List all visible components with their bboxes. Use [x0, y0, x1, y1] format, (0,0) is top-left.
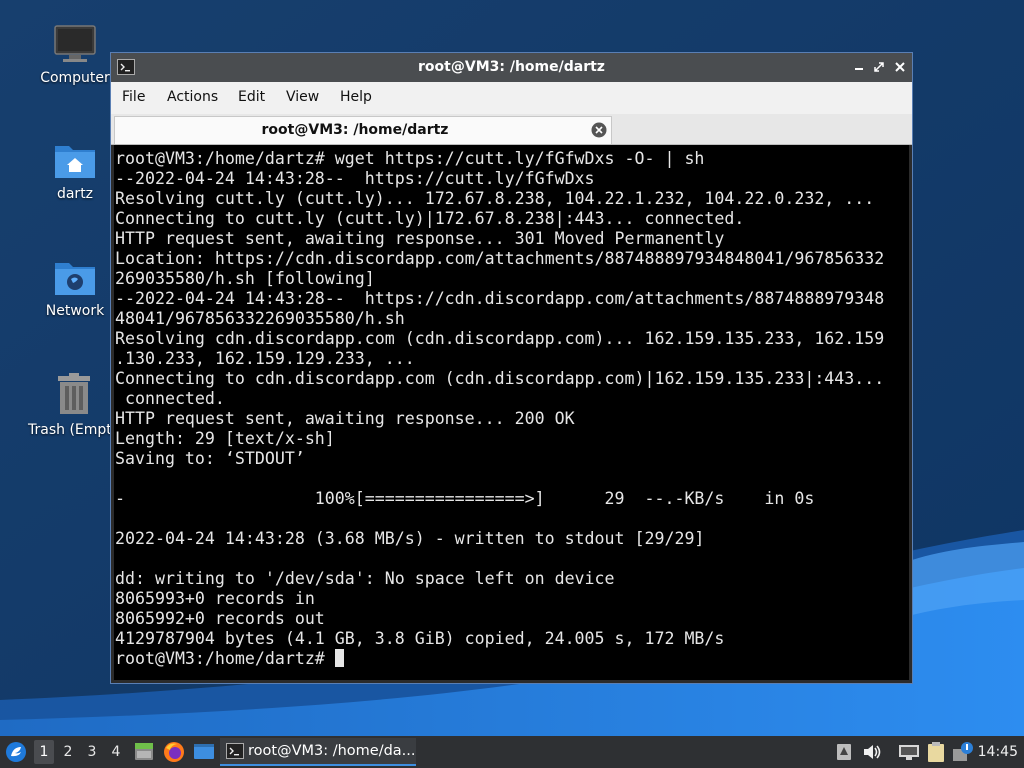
workspace-1[interactable]: 1: [34, 740, 54, 764]
menu-help[interactable]: Help: [340, 89, 372, 105]
terminal-line: --2022-04-24 14:43:28-- https://cdn.disc…: [115, 289, 885, 308]
terminal-line: 2022-04-24 14:43:28 (3.68 MB/s) - writte…: [115, 529, 705, 548]
terminal-output: root@VM3:/home/dartz# wget https://cutt.…: [115, 149, 884, 669]
tab-terminal[interactable]: root@VM3: /home/dartz: [114, 116, 612, 144]
terminal-line: 4129787904 bytes (4.1 GB, 3.8 GiB) copie…: [115, 629, 725, 648]
taskbar-task-terminal[interactable]: root@VM3: /home/da...: [220, 738, 416, 766]
terminal-line: connected.: [124, 389, 225, 408]
window-titlebar[interactable]: root@VM3: /home/dartz: [111, 53, 912, 82]
terminal-prompt: root@VM3:/home/dartz#: [115, 649, 335, 668]
tab-bar: root@VM3: /home/dartz: [111, 114, 912, 145]
terminal-line: 8065993+0 records in: [115, 589, 315, 608]
clock[interactable]: 14:45: [978, 744, 1018, 760]
close-icon: [895, 62, 905, 72]
minimize-button[interactable]: [851, 58, 867, 76]
start-menu-icon[interactable]: [5, 741, 27, 763]
terminal-line: HTTP request sent, awaiting response... …: [115, 229, 725, 248]
files-icon[interactable]: [133, 741, 155, 763]
menu-bar: File Actions Edit View Help: [111, 82, 912, 114]
terminal-line: dd: writing to '/dev/sda': No space left…: [115, 569, 615, 588]
show-desktop-icon[interactable]: [193, 742, 215, 762]
terminal-line: .130.233, 162.159.129.233, ...: [115, 349, 415, 368]
maximize-icon: [874, 62, 884, 72]
terminal-cursor: [334, 649, 344, 667]
notification-icon[interactable]: [836, 743, 852, 761]
desktop-icon-label: Computer: [40, 70, 110, 86]
firefox-icon[interactable]: [163, 741, 185, 763]
taskbar: 1 2 3 4 root@VM3: /home/da... 14:45: [0, 736, 1024, 768]
terminal-line: root@VM3:/home/dartz# wget https://cutt.…: [115, 149, 705, 168]
terminal-line: 269035580/h.sh [following]: [115, 269, 375, 288]
network-folder-icon: [55, 263, 95, 295]
close-button[interactable]: [892, 58, 908, 76]
workspace-3[interactable]: 3: [82, 744, 102, 760]
terminal-task-icon: [226, 743, 244, 759]
clipboard-icon[interactable]: [927, 741, 945, 763]
updates-icon[interactable]: [952, 741, 974, 763]
terminal-line: Connecting to cdn.discordapp.com (cdn.di…: [115, 369, 885, 388]
tab-close-icon[interactable]: [591, 122, 607, 138]
terminal-line: HTTP request sent, awaiting response... …: [115, 409, 575, 428]
desktop-icon-label: Trash (Empt: [28, 422, 112, 438]
terminal-lines: root@VM3:/home/dartz# wget https://cutt.…: [115, 149, 884, 648]
desktop-icon-label: dartz: [56, 186, 94, 202]
desktop-icon-label: Network: [45, 303, 105, 319]
terminal-line: - 100%[================>] 29 --.-KB/s in…: [115, 489, 815, 508]
terminal-line: 48041/967856332269035580/h.sh: [115, 309, 405, 328]
maximize-button[interactable]: [871, 58, 887, 76]
terminal-line: --2022-04-24 14:43:28-- https://cutt.ly/…: [115, 169, 595, 188]
task-label: root@VM3: /home/da...: [248, 743, 416, 759]
window-title: root@VM3: /home/dartz: [418, 59, 605, 75]
trash-icon: [58, 373, 90, 414]
terminal-line: Length: 29 [text/x-sh]: [115, 429, 335, 448]
menu-view[interactable]: View: [286, 89, 319, 105]
home-folder-icon: [55, 146, 95, 178]
network-icon[interactable]: [898, 743, 920, 761]
terminal-line: Resolving cdn.discordapp.com (cdn.discor…: [115, 329, 885, 348]
volume-icon[interactable]: [862, 743, 882, 761]
minimize-icon: [855, 68, 863, 70]
workspace-2[interactable]: 2: [58, 744, 78, 760]
terminal-line: 8065992+0 records out: [115, 609, 325, 628]
terminal-window[interactable]: root@VM3: /home/dartz File Actions Edit …: [110, 52, 913, 684]
menu-file[interactable]: File: [122, 89, 145, 105]
menu-actions[interactable]: Actions: [167, 89, 218, 105]
terminal-line: Connecting to cutt.ly (cutt.ly)|172.67.8…: [115, 209, 745, 228]
tab-title: root@VM3: /home/dartz: [261, 122, 449, 138]
terminal-line: Resolving cutt.ly (cutt.ly)... 172.67.8.…: [115, 189, 875, 208]
terminal-line: Location: https://cdn.discordapp.com/att…: [115, 249, 885, 268]
workspace-4[interactable]: 4: [106, 744, 126, 760]
terminal-output-area[interactable]: root@VM3:/home/dartz# wget https://cutt.…: [114, 145, 909, 680]
terminal-line: Saving to: ‘STDOUT’: [115, 449, 305, 468]
computer-icon: [54, 25, 96, 62]
menu-edit[interactable]: Edit: [238, 89, 265, 105]
